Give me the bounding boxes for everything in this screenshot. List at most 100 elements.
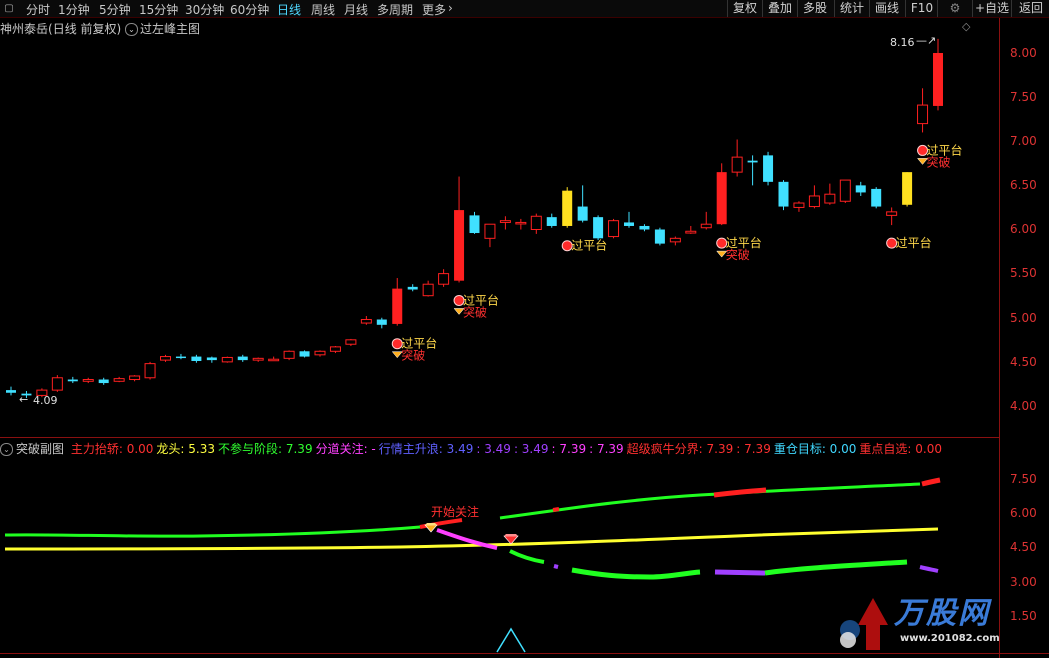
candle-body <box>329 346 341 352</box>
chevron-down-icon[interactable]: ⌄ <box>0 443 13 456</box>
candle-body <box>562 190 573 226</box>
candle[interactable] <box>716 163 727 226</box>
candle-body <box>407 286 418 290</box>
candle-body <box>469 215 480 234</box>
candle-body <box>577 206 588 221</box>
candle-body <box>98 379 109 384</box>
y-tick: 8.00 <box>1010 46 1037 60</box>
sub-chart-legend: ⌄ 突破副图 主力抬轿: 0.00 龙头: 5.33 不参与阶段: 7.39 分道关注:… <box>0 440 948 456</box>
watermark-url: www.201082.com <box>900 633 1000 644</box>
candle[interactable] <box>422 280 434 297</box>
y-tick: 5.50 <box>1010 266 1037 280</box>
candle[interactable] <box>577 185 588 223</box>
line-magenta <box>436 528 498 550</box>
back-button[interactable]: 返回 <box>1011 0 1049 17</box>
candle[interactable] <box>871 187 882 209</box>
signal-triangle <box>496 627 526 653</box>
candle[interactable] <box>546 213 557 228</box>
line-red-upper-2 <box>552 507 560 512</box>
start-watch-annotation: 开始关注 <box>431 505 480 519</box>
candle-body <box>747 160 758 163</box>
candle[interactable] <box>685 225 697 234</box>
candle[interactable] <box>283 350 295 361</box>
candle[interactable] <box>484 223 496 248</box>
candle[interactable] <box>855 181 866 196</box>
candle[interactable] <box>144 361 156 380</box>
y-tick: 6.50 <box>1010 178 1037 192</box>
y-tick: 4.00 <box>1010 399 1037 413</box>
break-label: 突破 <box>726 247 750 262</box>
candle[interactable] <box>608 218 620 239</box>
y-tick: 7.50 <box>1010 90 1037 104</box>
candle[interactable] <box>917 88 929 133</box>
candle[interactable] <box>731 139 743 177</box>
legend-item: : 3.49 <box>476 442 511 456</box>
candle[interactable] <box>175 353 186 360</box>
candle[interactable] <box>51 375 63 392</box>
candle[interactable] <box>268 356 280 362</box>
candle[interactable] <box>530 213 542 234</box>
watermark-brand: 万股网 <box>894 596 990 631</box>
candle[interactable] <box>376 317 387 329</box>
candle[interactable] <box>499 216 511 230</box>
candle[interactable] <box>360 315 372 325</box>
candle[interactable] <box>933 38 943 111</box>
candle[interactable] <box>454 176 465 283</box>
candle[interactable] <box>793 201 805 212</box>
candle[interactable] <box>392 278 403 326</box>
candle-body <box>113 378 125 382</box>
candle[interactable] <box>129 375 141 382</box>
candle[interactable] <box>700 211 712 230</box>
legend-item: : 7.39 <box>736 442 771 456</box>
candle-body <box>268 358 280 362</box>
candle[interactable] <box>808 185 820 209</box>
candle[interactable] <box>624 211 634 228</box>
sub-chart-title[interactable]: 突破副图 <box>16 442 64 456</box>
candle[interactable] <box>593 215 604 241</box>
candle[interactable] <box>669 236 681 246</box>
candle[interactable] <box>252 357 264 362</box>
candle[interactable] <box>237 354 248 362</box>
candle[interactable] <box>67 376 78 384</box>
candle-body <box>639 225 650 230</box>
candle[interactable] <box>314 350 326 357</box>
gem-icon <box>503 534 519 545</box>
candle-body <box>839 179 851 202</box>
candle[interactable] <box>6 386 16 396</box>
candle[interactable] <box>515 218 527 230</box>
candle[interactable] <box>469 211 480 234</box>
candle-body <box>917 104 929 125</box>
candle[interactable] <box>902 172 913 207</box>
candle[interactable] <box>639 224 650 232</box>
candle[interactable] <box>839 179 851 204</box>
candle[interactable] <box>562 187 573 228</box>
candle[interactable] <box>438 269 450 287</box>
candle[interactable] <box>221 356 233 363</box>
candle-body <box>855 185 866 193</box>
candle[interactable] <box>299 350 310 358</box>
candle[interactable] <box>160 354 171 362</box>
candle-body <box>129 375 141 381</box>
candle[interactable] <box>763 151 774 186</box>
candle[interactable] <box>191 354 202 363</box>
watermark-logo: 万股网 www.201082.com <box>828 580 1028 655</box>
candle[interactable] <box>407 284 418 292</box>
candle[interactable] <box>82 377 94 384</box>
legend-item: 龙头: 5.33 <box>156 442 215 456</box>
candle[interactable] <box>113 376 125 383</box>
candle[interactable] <box>824 183 836 205</box>
gem-icon <box>424 523 438 533</box>
candle-body <box>237 356 248 361</box>
candlestick-chart[interactable]: 过平台过平台过平台 过平台 过平台过平台突破突破突破突破 <box>0 0 1000 440</box>
candle[interactable] <box>329 345 341 354</box>
candle[interactable] <box>886 207 898 226</box>
line-green-lower-2 <box>571 567 701 580</box>
candle-body <box>700 223 712 229</box>
candle[interactable] <box>206 356 217 363</box>
candle[interactable] <box>778 180 789 211</box>
candle[interactable] <box>654 227 665 246</box>
candle[interactable] <box>345 338 357 346</box>
candle[interactable] <box>747 155 758 186</box>
candle[interactable] <box>98 377 109 385</box>
dot-purple-1 <box>553 564 559 569</box>
